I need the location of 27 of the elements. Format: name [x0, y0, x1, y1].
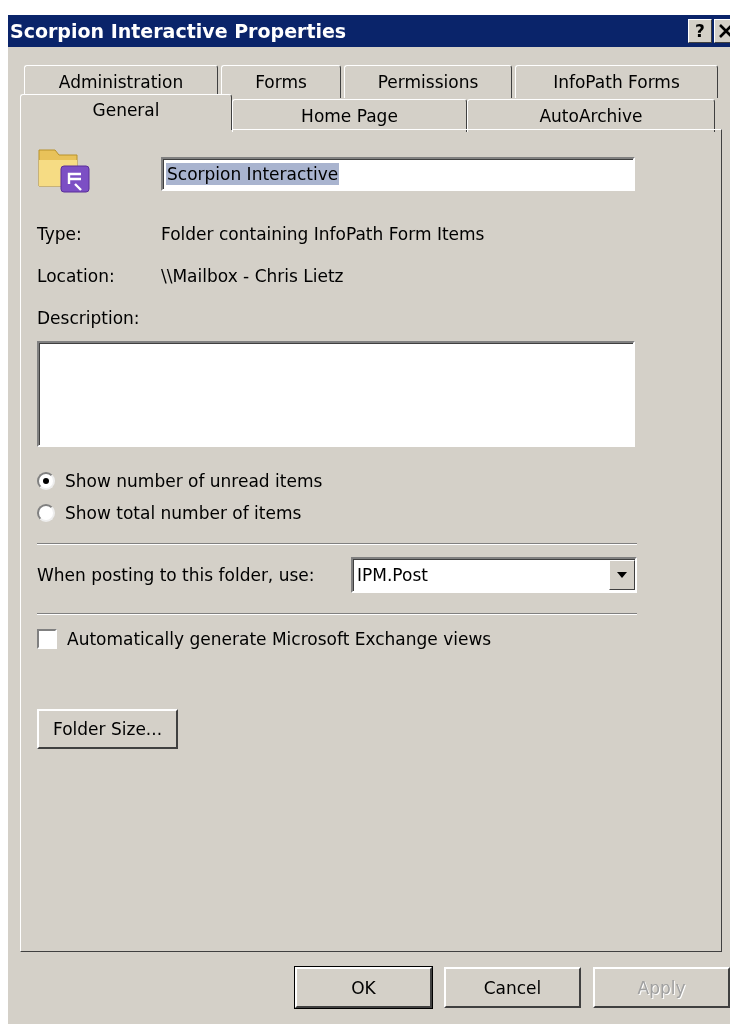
window-title: Scorpion Interactive Properties [10, 20, 348, 42]
dropdown-arrow-icon [617, 572, 627, 578]
checkbox-label: Automatically generate Microsoft Exchange views [67, 629, 492, 649]
tab[interactable]: General [20, 94, 232, 130]
description-label: Description: [37, 308, 141, 328]
name-field[interactable]: Scorpion Interactive [161, 157, 635, 191]
dialog-button[interactable]: OK [295, 967, 432, 1008]
dialog-button[interactable]: Cancel [444, 967, 581, 1008]
tab[interactable]: InfoPath Forms [515, 65, 718, 98]
radio-label: Show number of unread items [65, 471, 323, 491]
property-value: \\Mailbox - Chris Lietz [161, 266, 344, 286]
tab[interactable]: AutoArchive [467, 99, 715, 132]
property-label: Type: [37, 224, 83, 244]
posting-label: When posting to this folder, use: [37, 565, 316, 585]
close-icon [718, 24, 730, 38]
radio-label: Show total number of items [65, 503, 302, 523]
tab[interactable]: Home Page [232, 99, 467, 132]
property-label: Location: [37, 266, 116, 286]
property-value: Folder containing InfoPath Form Items [161, 224, 485, 244]
checkbox[interactable] [37, 629, 57, 649]
description-field[interactable] [37, 341, 635, 447]
radio-button[interactable] [37, 472, 55, 490]
tab[interactable]: Permissions [344, 65, 512, 98]
folder-size-button[interactable]: Folder Size... [37, 709, 179, 749]
help-button[interactable]: ? [688, 19, 712, 43]
form-dropdown[interactable]: IPM.Post [351, 557, 637, 593]
radio-button[interactable] [37, 504, 55, 522]
